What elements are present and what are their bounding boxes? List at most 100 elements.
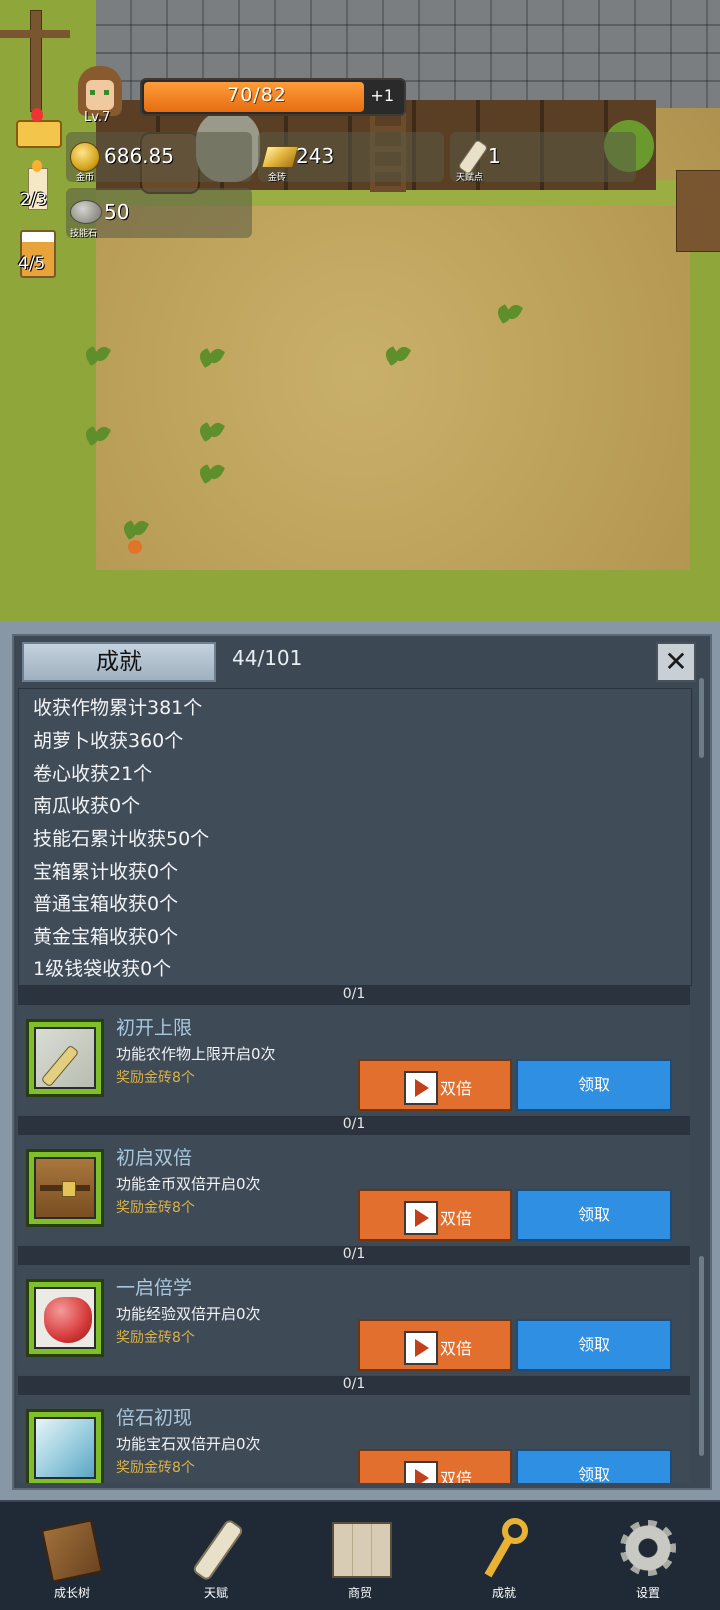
beer-icon[interactable]: 4/5: [18, 228, 56, 278]
achievement-row: 初开上限 功能农作物上限开启0次 奖励金砖8个 双倍 领取: [18, 1004, 690, 1115]
crystal-icon: [34, 1417, 96, 1479]
shed: [676, 170, 720, 252]
key-icon: [472, 1516, 536, 1580]
achievement-title: 初开上限: [116, 1017, 193, 1039]
candle-icon[interactable]: 2/3: [20, 160, 54, 212]
achievement-progress: 0/1: [342, 1246, 366, 1262]
stat-item: 卷心收获21个: [33, 763, 153, 785]
skillstone-counter[interactable]: 50 技能石: [66, 188, 252, 239]
achievement-scrollbar[interactable]: [699, 1256, 704, 1456]
stat-item: 胡萝卜收获360个: [33, 730, 184, 752]
achievement-icon-frame: [26, 1279, 104, 1357]
achievement-progress-row: 0/1: [18, 1376, 690, 1394]
fence-post: [30, 10, 42, 112]
skill-stone-icon: [70, 200, 102, 224]
video-icon: [404, 1331, 438, 1365]
stats-scrollbar[interactable]: [699, 678, 704, 758]
fence-rail: [0, 30, 70, 38]
achievement-progress-row: 0/1: [18, 1116, 690, 1134]
achievement-panel: 成就 44/101 ✕ 收获作物累计381个 胡萝卜收获360个 卷心收获21个…: [0, 622, 720, 1500]
hp-plus: +1: [370, 86, 394, 105]
gold-value: 686.85: [104, 144, 174, 168]
grass-right: [690, 200, 720, 600]
achievement-icon-frame: [26, 1409, 104, 1483]
achievement-progress: 0/1: [342, 1116, 366, 1132]
stats-list[interactable]: 收获作物累计381个 胡萝卜收获360个 卷心收获21个 南瓜收获0个 技能石累…: [18, 688, 692, 986]
close-button[interactable]: ✕: [656, 642, 696, 682]
achievement-row: 一启倍学 功能经验双倍开启0次 奖励金砖8个 双倍 领取: [18, 1264, 690, 1375]
achievement-progress: 0/1: [342, 1376, 366, 1392]
nav-label: 设置: [635, 1586, 660, 1600]
stat-item: 普通宝箱收获0个: [33, 893, 179, 915]
goldbar-counter[interactable]: 243 金砖: [258, 132, 444, 183]
claim-button[interactable]: 领取: [516, 1189, 672, 1241]
video-icon: [404, 1461, 438, 1483]
goldbar-caption: 金砖: [268, 173, 287, 183]
achievement-desc: 功能农作物上限开启0次: [116, 1045, 276, 1063]
achievement-reward: 奖励金砖8个: [116, 1070, 195, 1086]
achievement-reward: 奖励金砖8个: [116, 1330, 195, 1346]
gold-coin-icon: [70, 142, 100, 172]
stat-item: 1级钱袋收获0个: [33, 958, 172, 980]
achievement-progress-row: 0/1: [18, 1246, 690, 1264]
nav-growth-tree[interactable]: 成长树: [0, 1502, 144, 1610]
nav-trade[interactable]: 商贸: [288, 1502, 432, 1610]
nav-settings[interactable]: 设置: [576, 1502, 720, 1610]
video-icon: [404, 1201, 438, 1235]
grass-bottom: [0, 570, 720, 622]
achievement-reward: 奖励金砖8个: [116, 1200, 195, 1216]
heart-icon: [34, 1287, 96, 1349]
beer-count: 4/5: [18, 254, 46, 274]
player-level: Lv.7: [84, 110, 111, 125]
nav-label: 商贸: [347, 1586, 372, 1600]
talent-counter[interactable]: 1 天赋点: [450, 132, 636, 183]
double-reward-button[interactable]: 双倍: [358, 1059, 512, 1111]
stat-item: 黄金宝箱收获0个: [33, 926, 179, 948]
tab-achievements[interactable]: 成就: [22, 642, 216, 682]
crown-icon[interactable]: [16, 106, 62, 148]
nav-talent[interactable]: 天赋: [144, 1502, 288, 1610]
nav-label: 成长树: [53, 1586, 90, 1600]
crop-sprout[interactable]: [198, 462, 224, 486]
crop-sprout[interactable]: [84, 344, 110, 368]
gear-icon: [616, 1516, 680, 1580]
double-label: 双倍: [440, 1469, 473, 1483]
double-reward-button[interactable]: 双倍: [358, 1449, 512, 1483]
nav-label: 成就: [491, 1586, 516, 1600]
achievement-desc: 功能宝石双倍开启0次: [116, 1435, 261, 1453]
crop-sprout[interactable]: [198, 420, 224, 444]
crop-sprout[interactable]: [84, 424, 110, 448]
stat-item: 收获作物累计381个: [33, 697, 203, 719]
double-reward-button[interactable]: 双倍: [358, 1189, 512, 1241]
talent-caption: 天赋点: [456, 173, 484, 183]
talent-value: 1: [488, 144, 501, 168]
claim-button[interactable]: 领取: [516, 1449, 672, 1483]
carrot-root: [128, 540, 142, 554]
nav-achievements[interactable]: 成就: [432, 1502, 576, 1610]
double-reward-button[interactable]: 双倍: [358, 1319, 512, 1371]
gold-counter[interactable]: 686.85 金币: [66, 132, 252, 183]
achievement-reward: 奖励金砖8个: [116, 1460, 195, 1476]
scroll-icon: [184, 1516, 248, 1582]
video-icon: [404, 1071, 438, 1105]
claim-button[interactable]: 领取: [516, 1319, 672, 1371]
crop-carrot[interactable]: [122, 518, 148, 542]
achievement-title: 初启双倍: [116, 1147, 193, 1169]
bottom-nav: 成长树 天赋 商贸 成就 设置: [0, 1500, 720, 1610]
achievement-panel-inner: 成就 44/101 ✕ 收获作物累计381个 胡萝卜收获360个 卷心收获21个…: [12, 634, 712, 1490]
gold-caption: 金币: [76, 173, 95, 183]
chest-icon: [34, 1157, 96, 1219]
crop-sprout[interactable]: [384, 344, 410, 368]
stat-item: 宝箱累计收获0个: [33, 861, 179, 883]
skillstone-value: 50: [104, 200, 130, 224]
candle-count: 2/3: [20, 190, 48, 210]
claim-button[interactable]: 领取: [516, 1059, 672, 1111]
nav-label: 天赋: [203, 1586, 228, 1600]
achievement-desc: 功能经验双倍开启0次: [116, 1305, 261, 1323]
crop-sprout[interactable]: [198, 346, 224, 370]
book-icon: [40, 1516, 104, 1583]
achievement-progress: 0/1: [342, 986, 366, 1002]
hp-bar: 70/82 +1: [140, 78, 406, 116]
crop-sprout[interactable]: [496, 302, 522, 326]
farm-scene[interactable]: Lv.7 70/82 +1 686.85 金币 243 金砖 1 天赋点 50 …: [0, 0, 720, 622]
